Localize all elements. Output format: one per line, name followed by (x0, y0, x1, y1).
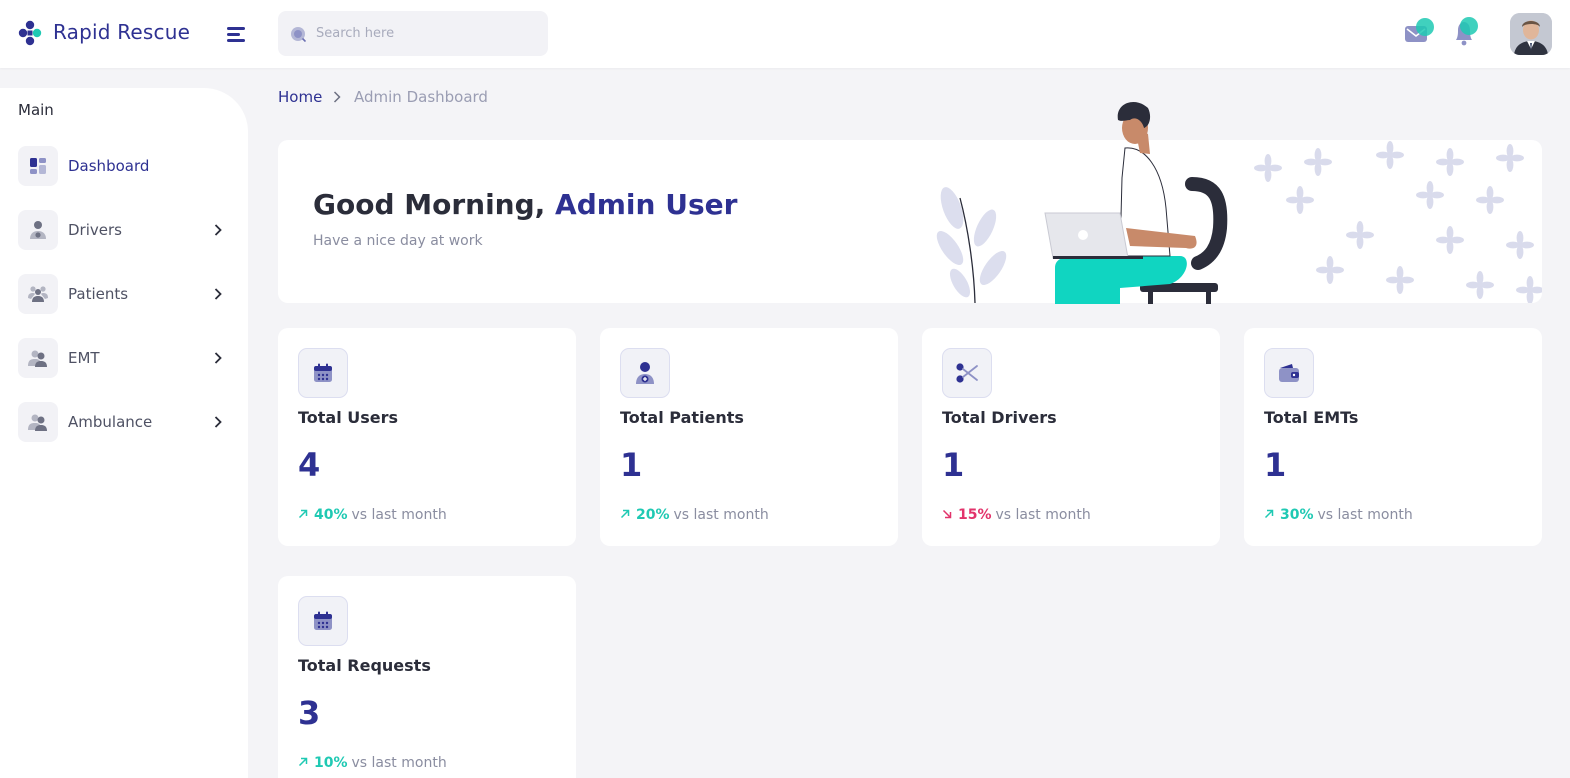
sidebar-item-emt[interactable]: EMT (18, 338, 230, 378)
emt-users-icon (18, 338, 58, 378)
decorative-pattern (1254, 141, 1542, 303)
avatar-portrait-icon (1510, 13, 1552, 55)
stat-value: 1 (1264, 446, 1287, 484)
stat-trend-percent: 20% (636, 507, 670, 523)
driver-icon (18, 210, 58, 250)
stat-value: 4 (298, 446, 321, 484)
trend-up-icon (298, 757, 308, 767)
stat-trend-suffix: vs last month (673, 507, 769, 523)
notification-bell-icon[interactable] (1450, 16, 1484, 46)
user-avatar[interactable] (1510, 13, 1552, 55)
patients-icon (18, 274, 58, 314)
trend-up-icon (298, 509, 308, 519)
menu-bar (227, 33, 240, 36)
stat-trend-suffix: vs last month (1317, 507, 1413, 523)
stat-card-total-emts[interactable]: Total EMTs 1 30% vs last month (1244, 328, 1542, 546)
logo-icon (18, 20, 42, 46)
stat-trend: 15% vs last month (942, 507, 1091, 523)
greeting-user-name: Admin User (555, 188, 738, 221)
stat-title: Total Drivers (942, 408, 1057, 427)
breadcrumb-home-link[interactable]: Home (278, 88, 322, 106)
sidebar-section-title: Main (18, 101, 54, 119)
sidebar-item-dashboard[interactable]: Dashboard (18, 146, 230, 186)
working-person-illustration (936, 101, 1228, 304)
stat-title: Total Patients (620, 408, 744, 427)
stat-trend-suffix: vs last month (995, 507, 1091, 523)
sidebar-item-label: EMT (68, 349, 100, 367)
stat-trend: 10% vs last month (298, 755, 447, 771)
sidebar-item-label: Drivers (68, 221, 122, 239)
stat-card-total-requests[interactable]: Total Requests 3 10% vs last month (278, 576, 576, 778)
stat-trend-suffix: vs last month (351, 755, 447, 771)
stat-trend-percent: 40% (314, 507, 348, 523)
stat-trend-percent: 15% (958, 507, 992, 523)
stat-trend-percent: 30% (1280, 507, 1314, 523)
stat-value: 1 (620, 446, 643, 484)
trend-down-icon (942, 509, 952, 519)
brand-name[interactable]: Rapid Rescue (53, 20, 190, 44)
ambulance-users-icon (18, 402, 58, 442)
search-input[interactable] (316, 11, 536, 56)
sidebar-item-label: Patients (68, 285, 129, 303)
scissors-icon (942, 348, 992, 398)
menu-toggle-button[interactable] (227, 25, 247, 43)
chevron-right-icon (214, 288, 222, 300)
message-icon[interactable] (1403, 16, 1437, 46)
calendar-icon (298, 596, 348, 646)
calendar-icon (298, 348, 348, 398)
breadcrumb-separator-icon (333, 91, 341, 103)
patient-add-icon (620, 348, 670, 398)
stat-title: Total EMTs (1264, 408, 1359, 427)
stat-value: 1 (942, 446, 965, 484)
sidebar-item-label: Ambulance (68, 413, 153, 431)
stat-trend: 20% vs last month (620, 507, 769, 523)
dashboard-grid-icon (18, 146, 58, 186)
trend-up-icon (1264, 509, 1274, 519)
breadcrumb-current: Admin Dashboard (354, 88, 488, 106)
chevron-right-icon (214, 416, 222, 428)
stat-title: Total Requests (298, 656, 431, 675)
search-box (278, 11, 548, 56)
stat-card-total-users[interactable]: Total Users 4 40% vs last month (278, 328, 576, 546)
search-icon (291, 27, 306, 42)
sidebar-item-drivers[interactable]: Drivers (18, 210, 230, 250)
sidebar-item-ambulance[interactable]: Ambulance (18, 402, 230, 442)
stat-card-total-patients[interactable]: Total Patients 1 20% vs last month (600, 328, 898, 546)
greeting-text: Good Morning, (313, 188, 556, 221)
stat-trend-suffix: vs last month (351, 507, 447, 523)
stat-card-total-drivers[interactable]: Total Drivers 1 15% vs last month (922, 328, 1220, 546)
welcome-heading: Good Morning, Admin User (313, 188, 737, 221)
stat-value: 3 (298, 694, 321, 732)
chevron-right-icon (214, 352, 222, 364)
stat-trend: 30% vs last month (1264, 507, 1413, 523)
menu-bar (227, 27, 245, 30)
chevron-right-icon (214, 224, 222, 236)
menu-bar (227, 39, 245, 42)
top-header: Rapid Rescue (0, 0, 1570, 68)
trend-up-icon (620, 509, 630, 519)
stat-title: Total Users (298, 408, 399, 427)
sidebar-item-label: Dashboard (68, 157, 150, 175)
sidebar-item-patients[interactable]: Patients (18, 274, 230, 314)
stat-trend-percent: 10% (314, 755, 348, 771)
welcome-subtitle: Have a nice day at work (313, 233, 483, 249)
stat-trend: 40% vs last month (298, 507, 447, 523)
wallet-icon (1264, 348, 1314, 398)
